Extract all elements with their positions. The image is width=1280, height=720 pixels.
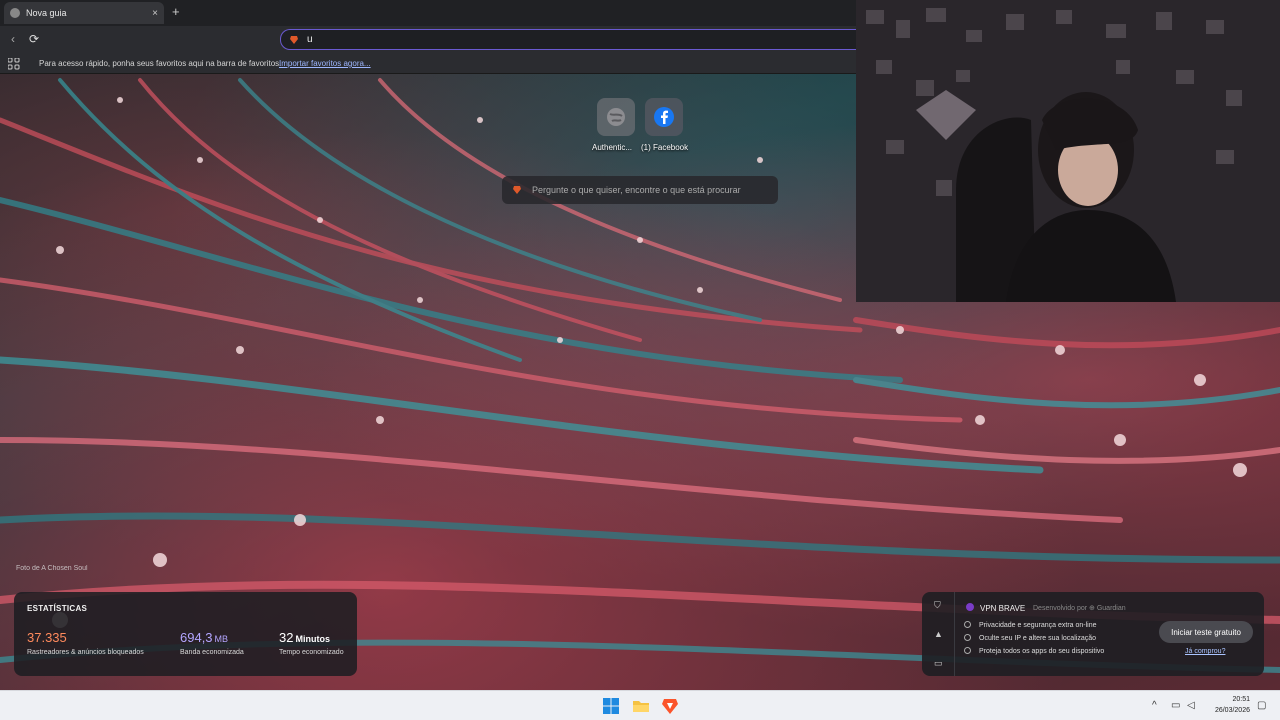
- time-number: 32: [279, 630, 294, 645]
- volume-icon[interactable]: ◁: [1187, 700, 1195, 711]
- ntp-search-box[interactable]: Pergunte o que quiser, encontre o que es…: [502, 176, 778, 204]
- reload-icon[interactable]: ⟳: [29, 32, 39, 46]
- tray-chevron-icon[interactable]: ^: [1152, 700, 1157, 711]
- vpn-feature: Oculte seu IP e altere sua localização: [964, 634, 1096, 642]
- notifications-icon[interactable]: ▢: [1257, 700, 1266, 711]
- vpn-promo-card: ⛉ ▲ ▭ VPN BRAVE Desenvolvido por ⊕ Guard…: [922, 592, 1264, 676]
- clock-time: 20:51: [1232, 696, 1250, 703]
- trackers-blocked-label: Rastreadores & anúncios bloqueados: [27, 649, 144, 656]
- brave-favicon-icon: [10, 8, 20, 18]
- stats-widget: ESTATÍSTICAS 37.335 Rastreadores & anúnc…: [14, 592, 357, 676]
- address-bar[interactable]: u: [280, 29, 856, 50]
- brave-lion-icon: [513, 186, 521, 194]
- vpn-feature: Proteja todos os apps do seu dispositivo: [964, 647, 1104, 655]
- warning-icon[interactable]: ▲: [934, 629, 943, 639]
- windows-taskbar: ^ ▭ ◁ 20:51 26/03/2026 ▢: [0, 690, 1280, 720]
- windows-start-icon[interactable]: [602, 697, 620, 715]
- bandwidth-number: 694,3: [180, 630, 213, 645]
- card-icon[interactable]: ▭: [934, 658, 943, 669]
- bandwidth-label: Banda economizada: [180, 649, 244, 656]
- top-site-facebook[interactable]: [645, 98, 683, 136]
- time-saved-value: 32 Minutos: [279, 630, 330, 645]
- vpn-feature-text: Privacidade e segurança extra on-line: [979, 622, 1097, 629]
- photo-credit[interactable]: Foto de A Chosen Soul: [16, 565, 88, 572]
- import-bookmarks-link[interactable]: Importar favoritos agora...: [279, 59, 371, 68]
- apps-grid-icon[interactable]: [8, 58, 20, 70]
- new-tab-button[interactable]: +: [172, 4, 180, 19]
- check-circle-icon: [964, 647, 971, 654]
- start-free-trial-button[interactable]: Iniciar teste gratuito: [1159, 621, 1253, 643]
- stats-title: ESTATÍSTICAS: [27, 604, 88, 613]
- tab-strip: Nova guia × +: [0, 0, 856, 26]
- time-saved-label: Tempo economizado: [279, 649, 344, 656]
- time-unit: Minutos: [295, 634, 330, 644]
- clock-date: 26/03/2026: [1214, 707, 1250, 714]
- webcam-overlay: [856, 0, 1280, 302]
- close-tab-icon[interactable]: ×: [152, 8, 158, 19]
- vpn-feature: Privacidade e segurança extra on-line: [964, 621, 1097, 629]
- tab-title: Nova guia: [26, 8, 67, 18]
- vpn-title: VPN BRAVE: [980, 604, 1026, 613]
- already-purchased-link[interactable]: Já comprou?: [1185, 648, 1225, 655]
- vpn-logo-icon: [966, 603, 974, 611]
- bandwidth-value: 694,3 MB: [180, 630, 228, 645]
- check-circle-icon: [964, 621, 971, 628]
- vpn-card-sidebar: ⛉ ▲ ▭: [922, 592, 955, 676]
- shield-icon[interactable]: ⛉: [934, 600, 941, 611]
- globe-icon: [607, 108, 625, 126]
- brave-browser-icon[interactable]: [661, 697, 679, 715]
- webcam-person-image: [856, 0, 1280, 302]
- taskbar-clock[interactable]: 20:51 26/03/2026: [1206, 694, 1250, 716]
- network-icon[interactable]: ▭: [1171, 700, 1180, 711]
- search-placeholder: Pergunte o que quiser, encontre o que es…: [532, 185, 741, 195]
- check-circle-icon: [964, 634, 971, 641]
- vpn-feature-text: Proteja todos os apps do seu dispositivo: [979, 648, 1105, 655]
- trackers-blocked-value: 37.335: [27, 630, 67, 645]
- top-site-label: Authentic...: [592, 143, 633, 152]
- vpn-feature-text: Oculte seu IP e altere sua localização: [979, 635, 1096, 642]
- tab-nova-guia[interactable]: Nova guia ×: [4, 2, 164, 24]
- brave-lion-icon: [290, 35, 298, 44]
- screen: Nova guia × + ‹ ⟳ u Para acesso rápido, …: [0, 0, 1280, 720]
- vpn-developer: Desenvolvido por ⊕ Guardian: [1033, 605, 1126, 612]
- bookmarks-bar: Para acesso rápido, ponha seus favoritos…: [0, 54, 856, 74]
- address-bar-value: u: [307, 34, 313, 45]
- back-icon[interactable]: ‹: [11, 32, 15, 46]
- facebook-icon: [654, 107, 674, 127]
- top-site-authentic[interactable]: [597, 98, 635, 136]
- file-explorer-icon[interactable]: [632, 697, 650, 715]
- bookmarks-hint: Para acesso rápido, ponha seus favoritos…: [39, 59, 282, 68]
- top-site-label: (1) Facebook: [641, 143, 689, 152]
- bandwidth-unit: MB: [214, 634, 229, 644]
